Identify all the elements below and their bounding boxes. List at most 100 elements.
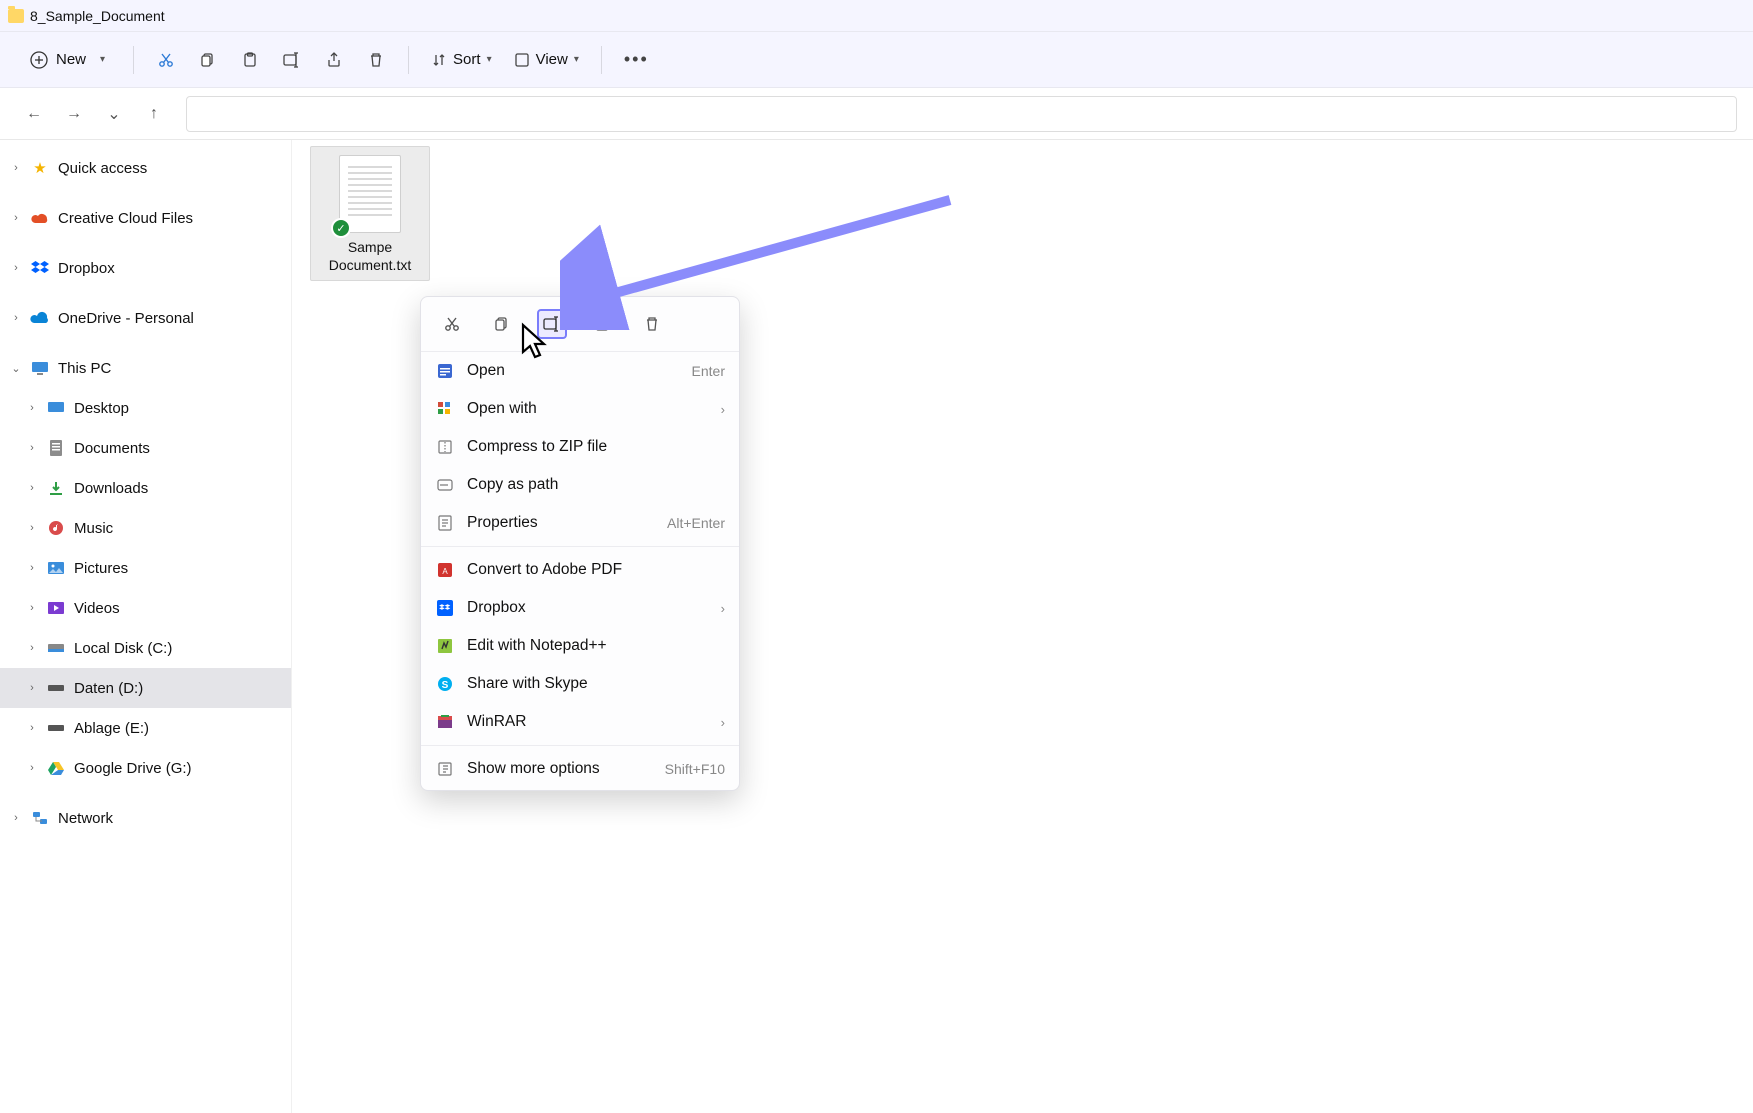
delete-icon [643,315,661,333]
documents-icon [46,438,66,458]
chevron-down-icon: ⌄ [10,362,22,375]
sort-label: Sort [453,51,481,68]
chevron-right-icon: › [10,812,22,824]
context-item-label: Properties [467,514,655,532]
sidebar-item-music[interactable]: › Music [0,508,291,548]
back-button[interactable]: ← [16,96,52,132]
desktop-icon [46,398,66,418]
rename-button[interactable] [274,42,310,78]
context-properties[interactable]: Properties Alt+Enter [421,504,739,542]
share-icon [325,51,343,69]
context-share-skype[interactable]: S Share with Skype [421,665,739,703]
context-rename-button[interactable] [537,309,567,339]
context-cut-button[interactable] [437,309,467,339]
sidebar-item-label: Google Drive (G:) [74,760,192,777]
sidebar-item-label: Documents [74,440,150,457]
sidebar-item-pictures[interactable]: › Pictures [0,548,291,588]
pc-icon [30,358,50,378]
skype-icon: S [435,674,455,694]
context-dropbox[interactable]: Dropbox › [421,589,739,627]
creative-cloud-icon [30,208,50,228]
context-item-label: WinRAR [467,713,709,731]
title-bar: 8_Sample_Document [0,0,1753,32]
context-item-label: Copy as path [467,476,725,494]
more-button[interactable]: ••• [616,42,657,78]
context-copy-as-path[interactable]: Copy as path [421,466,739,504]
sidebar-item-onedrive[interactable]: › OneDrive - Personal [0,298,291,338]
share-button[interactable] [316,42,352,78]
sidebar-item-this-pc[interactable]: ⌄ This PC [0,348,291,388]
chevron-right-icon: › [10,262,22,274]
sidebar-item-label: Creative Cloud Files [58,210,193,227]
sidebar-item-label: Dropbox [58,260,115,277]
view-button[interactable]: View ▾ [506,42,587,78]
chevron-right-icon: › [26,642,38,654]
sidebar-item-downloads[interactable]: › Downloads [0,468,291,508]
context-convert-adobe-pdf[interactable]: A Convert to Adobe PDF [421,551,739,589]
chevron-down-icon: ▾ [487,54,492,65]
sidebar-item-label: This PC [58,360,111,377]
svg-text:S: S [442,680,449,691]
arrow-right-icon: → [66,105,82,123]
sort-button[interactable]: Sort ▾ [423,42,500,78]
forward-button[interactable]: → [56,96,92,132]
up-button[interactable]: ↑ [136,96,172,132]
context-separator [421,546,739,547]
adobe-pdf-icon: A [435,560,455,580]
sidebar-item-videos[interactable]: › Videos [0,588,291,628]
chevron-right-icon: › [10,162,22,174]
delete-button[interactable] [358,42,394,78]
videos-icon [46,598,66,618]
sidebar-item-dropbox[interactable]: › Dropbox [0,248,291,288]
folder-icon [8,9,24,23]
sidebar-item-quick-access[interactable]: › ★ Quick access [0,148,291,188]
arrow-up-icon: ↑ [150,105,158,123]
chevron-right-icon: › [26,442,38,454]
context-item-shortcut: Enter [692,363,725,379]
context-item-shortcut: Alt+Enter [667,515,725,531]
sidebar-item-network[interactable]: › Network [0,798,291,838]
view-label: View [536,51,568,68]
sidebar-item-daten-d[interactable]: › Daten (D:) [0,668,291,708]
context-item-shortcut: Shift+F10 [665,761,725,777]
address-bar[interactable] [186,96,1737,132]
chevron-right-icon: › [721,715,725,730]
svg-text:A: A [442,567,448,576]
context-show-more-options[interactable]: Show more options Shift+F10 [421,750,739,788]
sidebar-item-google-drive[interactable]: › Google Drive (G:) [0,748,291,788]
context-item-label: Show more options [467,760,653,778]
open-icon [435,361,455,381]
sidebar-item-local-disk-c[interactable]: › Local Disk (C:) [0,628,291,668]
properties-icon [435,513,455,533]
sidebar-item-documents[interactable]: › Documents [0,428,291,468]
sidebar-item-ablage-e[interactable]: › Ablage (E:) [0,708,291,748]
drive-icon [46,718,66,738]
context-delete-button[interactable] [637,309,667,339]
new-button[interactable]: New ▾ [16,42,119,78]
chevron-right-icon: › [10,312,22,324]
context-open-with[interactable]: Open with › [421,390,739,428]
file-item[interactable]: ✓ Sampe Document.txt [310,146,430,281]
context-compress-zip[interactable]: Compress to ZIP file [421,428,739,466]
context-winrar[interactable]: WinRAR › [421,703,739,741]
sidebar-item-label: Downloads [74,480,148,497]
paste-button[interactable] [232,42,268,78]
context-share-button[interactable] [587,309,617,339]
more-options-icon [435,759,455,779]
drive-icon [46,638,66,658]
context-item-label: Edit with Notepad++ [467,637,725,655]
context-edit-notepadpp[interactable]: Edit with Notepad++ [421,627,739,665]
recent-dropdown-button[interactable]: ⌄ [96,96,132,132]
sidebar-item-label: Daten (D:) [74,680,143,697]
notepadpp-icon [435,636,455,656]
sidebar-item-desktop[interactable]: › Desktop [0,388,291,428]
context-open[interactable]: Open Enter [421,352,739,390]
sidebar-item-creative-cloud[interactable]: › Creative Cloud Files [0,198,291,238]
context-separator [421,745,739,746]
navigation-bar: ← → ⌄ ↑ [0,88,1753,140]
copy-button[interactable] [190,42,226,78]
cut-button[interactable] [148,42,184,78]
copy-icon [493,315,511,333]
context-item-label: Compress to ZIP file [467,438,725,456]
context-copy-button[interactable] [487,309,517,339]
